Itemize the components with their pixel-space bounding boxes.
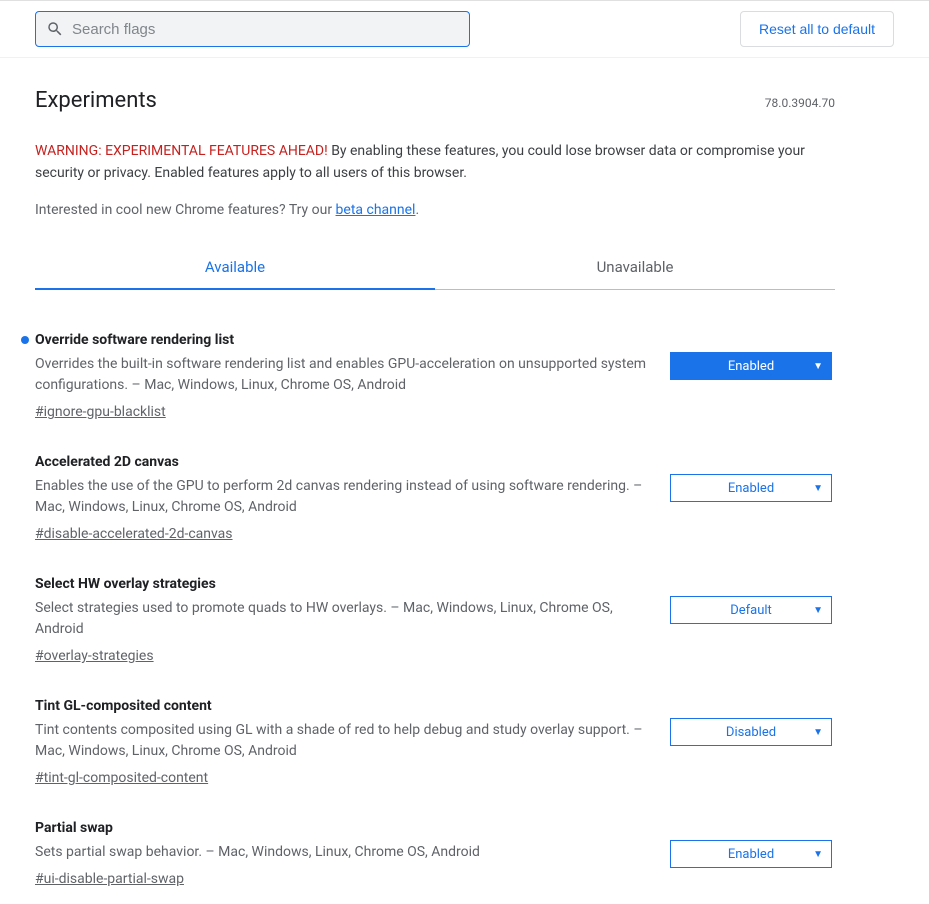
tab-unavailable[interactable]: Unavailable xyxy=(435,246,835,289)
flag-title: Select HW overlay strategies xyxy=(35,576,650,592)
flag-description: Sets partial swap behavior. – Mac, Windo… xyxy=(35,842,650,863)
chevron-down-icon: ▼ xyxy=(813,361,823,372)
tabs: Available Unavailable xyxy=(35,246,835,290)
flag-title: Override software rendering list xyxy=(35,332,650,348)
chevron-down-icon: ▼ xyxy=(813,605,823,616)
beta-channel-link[interactable]: beta channel xyxy=(336,202,416,218)
warning-prefix: WARNING: EXPERIMENTAL FEATURES AHEAD! xyxy=(35,143,328,159)
search-input[interactable] xyxy=(72,21,459,38)
reset-all-button[interactable]: Reset all to default xyxy=(740,11,894,47)
flag-hash-link[interactable]: #ui-disable-partial-swap xyxy=(35,871,184,887)
flag-title: Accelerated 2D canvas xyxy=(35,454,650,470)
flag-state-select[interactable]: Default▼ xyxy=(670,596,832,624)
flag-title: Partial swap xyxy=(35,820,650,836)
search-icon xyxy=(46,20,64,38)
flag-row: Accelerated 2D canvas Enables the use of … xyxy=(35,432,835,554)
flag-title: Tint GL-composited content xyxy=(35,698,650,714)
flag-description: Select strategies used to promote quads … xyxy=(35,598,650,640)
flag-hash-link[interactable]: #ignore-gpu-blacklist xyxy=(35,404,166,420)
warning-text: WARNING: EXPERIMENTAL FEATURES AHEAD! By… xyxy=(35,141,835,184)
flag-row: Tint GL-composited content Tint contents … xyxy=(35,676,835,798)
flag-description: Tint contents composited using GL with a… xyxy=(35,720,650,762)
flag-row: Override software rendering list Override… xyxy=(35,310,835,432)
interested-text: Interested in cool new Chrome features? … xyxy=(35,202,835,218)
chevron-down-icon: ▼ xyxy=(813,727,823,738)
modified-dot-icon xyxy=(21,336,29,344)
flag-state-select[interactable]: Disabled▼ xyxy=(670,718,832,746)
chevron-down-icon: ▼ xyxy=(813,483,823,494)
flag-state-select[interactable]: Enabled▼ xyxy=(670,840,832,868)
search-box[interactable] xyxy=(35,11,470,47)
tab-available[interactable]: Available xyxy=(35,246,435,290)
flag-hash-link[interactable]: #disable-accelerated-2d-canvas xyxy=(35,526,233,542)
flag-description: Overrides the built-in software renderin… xyxy=(35,354,650,396)
flag-state-select[interactable]: Enabled▼ xyxy=(670,352,832,380)
flag-row: Select HW overlay strategies Select strat… xyxy=(35,554,835,676)
flag-hash-link[interactable]: #tint-gl-composited-content xyxy=(35,770,208,786)
flag-row: Partial swap Sets partial swap behavior. … xyxy=(35,798,835,899)
page-title: Experiments xyxy=(35,88,157,113)
flag-hash-link[interactable]: #overlay-strategies xyxy=(35,648,154,664)
flag-state-select[interactable]: Enabled▼ xyxy=(670,474,832,502)
version-label: 78.0.3904.70 xyxy=(765,96,835,110)
flag-description: Enables the use of the GPU to perform 2d… xyxy=(35,476,650,518)
chevron-down-icon: ▼ xyxy=(813,849,823,860)
